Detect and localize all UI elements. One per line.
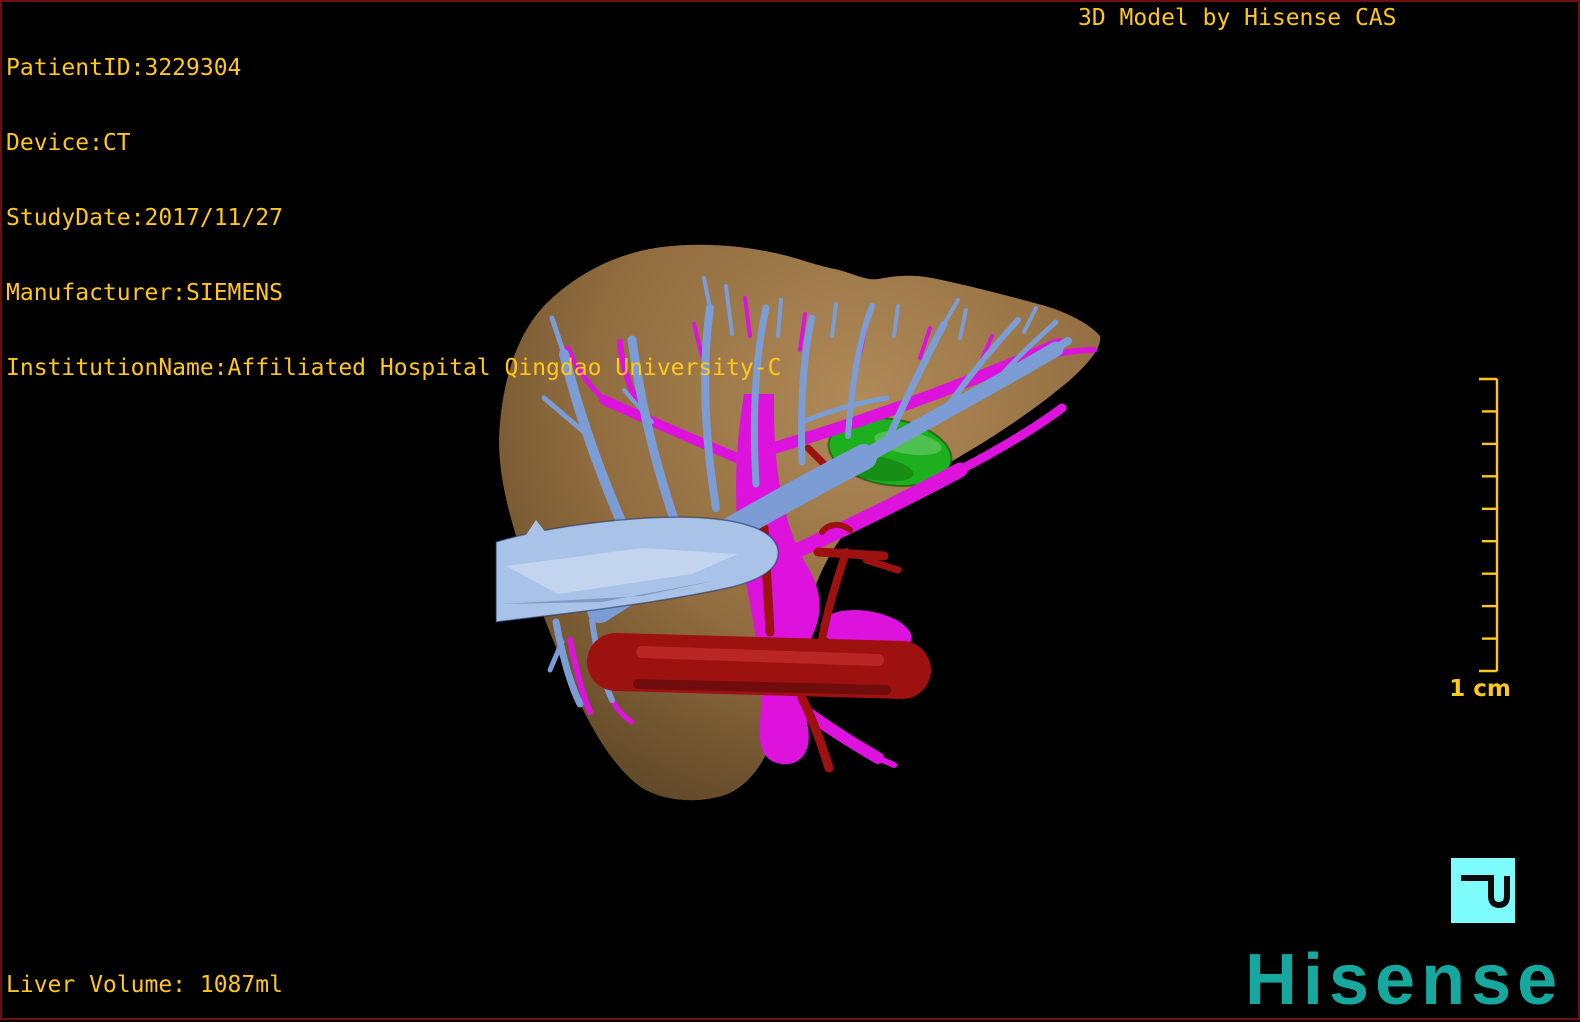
orientation-icon-button[interactable] [1451,858,1515,923]
scale-bar-ruler [1479,377,1499,673]
scale-bar-label: 1 cm [1449,676,1511,702]
patient-info-overlay: PatientID:3229304 Device:CT StudyDate:20… [6,6,781,406]
institution-line: InstitutionName:Affiliated Hospital Qing… [6,355,782,381]
medical-3d-viewer-window: { "header": { "patient_lines": [ "Patien… [0,0,1580,1020]
patient-id-line: PatientID:3229304 [6,55,242,81]
device-line: Device:CT [6,130,131,156]
hisense-logo: Hisense [1245,940,1564,1020]
orientation-icon [1461,875,1510,909]
scale-bar: 1 cm [1449,377,1511,702]
study-date-line: StudyDate:2017/11/27 [6,205,283,231]
liver-volume-label: Liver Volume: 1087ml [6,972,283,998]
manufacturer-line: Manufacturer:SIEMENS [6,280,283,306]
watermark-text: 3D Model by Hisense CAS [1078,5,1397,31]
